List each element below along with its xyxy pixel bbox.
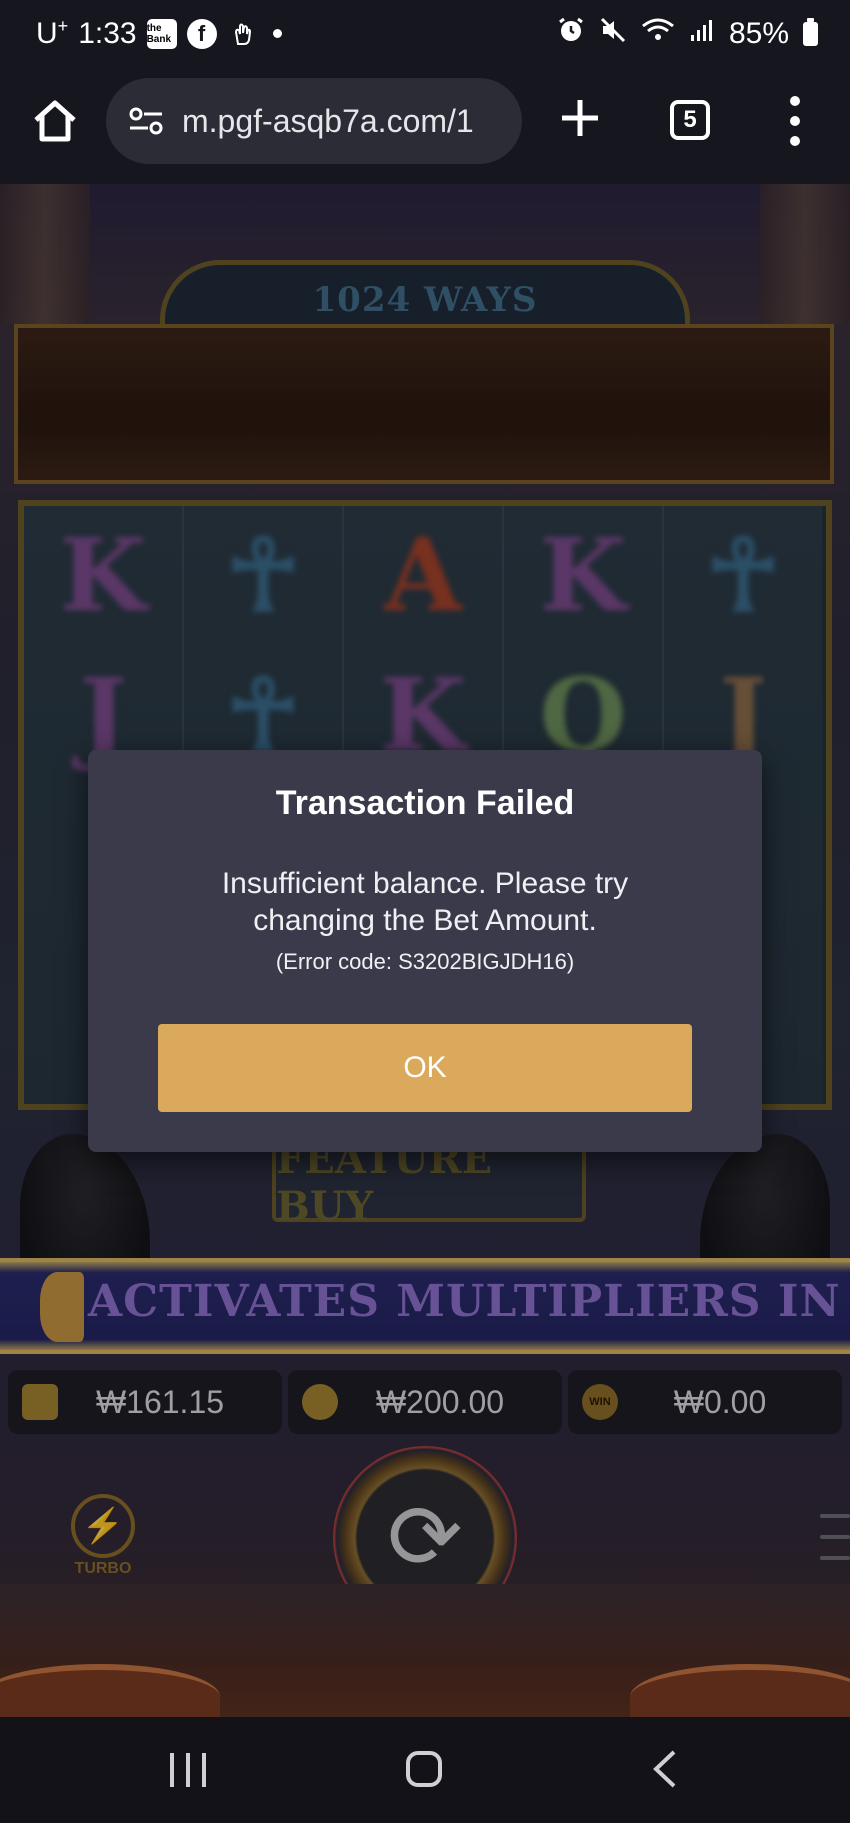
wifi-icon (641, 16, 675, 52)
bank-app-icon: the Bank (146, 18, 177, 49)
clock: 1:33 (78, 16, 137, 50)
back-icon (653, 1750, 676, 1788)
browser-menu-button[interactable] (788, 96, 802, 146)
nav-home-button[interactable] (406, 1751, 442, 1787)
site-settings-icon[interactable] (128, 106, 164, 136)
nav-back-button[interactable] (650, 1749, 680, 1789)
recent-apps-button[interactable] (170, 1753, 206, 1787)
hand-touch-icon (227, 19, 257, 49)
new-tab-button[interactable] (556, 94, 604, 142)
ok-button[interactable]: OK (158, 1024, 692, 1112)
battery-percent: 85% (728, 17, 789, 50)
notification-dot-icon (272, 29, 282, 38)
browser-toolbar: m.pgf-asqb7a.com/1 5 (0, 74, 850, 184)
status-bar-right: 85% (557, 16, 818, 52)
battery-icon (803, 18, 818, 46)
dialog-message: Insufficient balance. Please try changin… (221, 867, 629, 937)
facebook-icon: f (186, 18, 217, 49)
system-nav-bar (0, 1717, 850, 1823)
tab-switcher-button[interactable]: 5 (670, 100, 710, 140)
home-icon (34, 100, 76, 142)
status-bar: U+ 1:33 the Bank f 85% (0, 0, 850, 74)
game-canvas[interactable]: 1024 WAYS K J ☥ ☥ A K K Q ☥ J FEATURE BU… (0, 184, 850, 1717)
address-bar[interactable]: m.pgf-asqb7a.com/1 (106, 78, 522, 164)
signal-icon (689, 17, 715, 51)
url-text[interactable]: m.pgf-asqb7a.com/1 (182, 103, 512, 140)
plus-icon (562, 100, 598, 136)
mute-icon (599, 16, 627, 52)
transaction-failed-dialog: Transaction Failed Insufficient balance.… (88, 750, 762, 1152)
error-code: (Error code: S3202BIGJDH16) (275, 949, 575, 974)
dialog-title: Transaction Failed (275, 784, 575, 822)
alarm-icon (557, 16, 585, 52)
home-button[interactable] (30, 96, 80, 146)
status-bar-left: U+ 1:33 the Bank f (36, 16, 282, 51)
carrier-label: U+ (36, 16, 69, 50)
